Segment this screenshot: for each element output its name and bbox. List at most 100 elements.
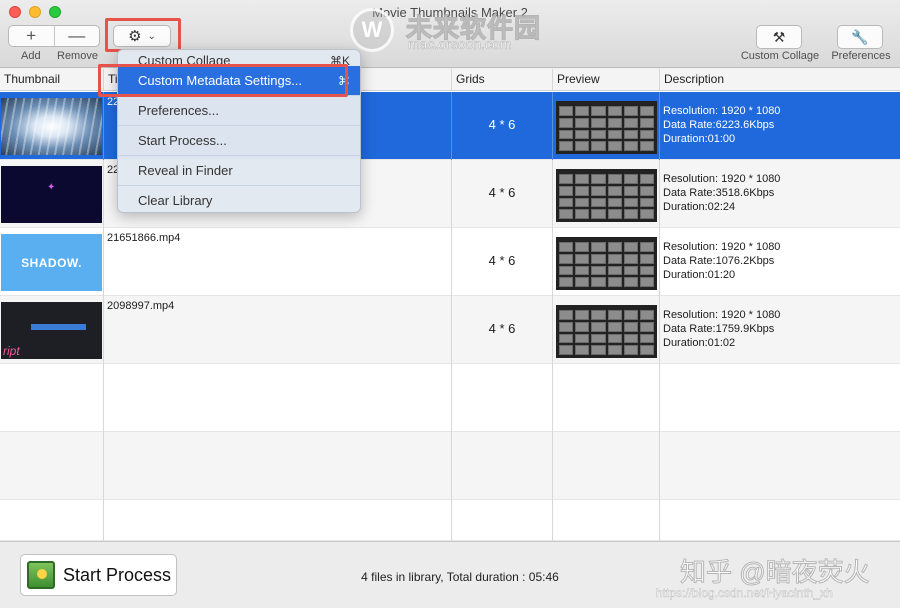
add-label: Add bbox=[21, 50, 41, 62]
preview-tile bbox=[623, 310, 638, 320]
preview-tile bbox=[559, 117, 574, 128]
preferences-button[interactable]: 🔧 bbox=[837, 25, 883, 49]
preview-tile bbox=[575, 345, 590, 355]
video-thumbnail: SHADOW. bbox=[1, 234, 102, 291]
preview-tile bbox=[575, 333, 590, 344]
preview-tile bbox=[591, 174, 606, 184]
empty-row bbox=[0, 500, 900, 541]
menu-item-preferences[interactable]: Preferences... bbox=[118, 96, 360, 126]
collage-preview bbox=[556, 169, 657, 222]
empty-cell bbox=[0, 432, 104, 500]
watermark-logo-icon: W bbox=[350, 8, 394, 52]
preview-tile bbox=[591, 209, 606, 219]
preview-tile bbox=[591, 197, 606, 208]
empty-cell bbox=[452, 432, 553, 500]
preview-tile bbox=[591, 185, 606, 196]
menu-item-label: Start Process... bbox=[138, 133, 227, 148]
remove-button[interactable]: — bbox=[53, 26, 100, 46]
preview-tile bbox=[623, 129, 638, 140]
preview-tile bbox=[607, 265, 622, 276]
preview-tile bbox=[559, 242, 574, 252]
preview-tile bbox=[639, 321, 654, 332]
video-thumbnail bbox=[1, 166, 102, 223]
menu-item-start-process[interactable]: Start Process... bbox=[118, 126, 360, 156]
preview-tile bbox=[639, 174, 654, 184]
preview-tile bbox=[639, 141, 654, 151]
duration-text: Duration:01:00 bbox=[663, 133, 736, 145]
preview-tile bbox=[607, 310, 622, 320]
preview-tile bbox=[591, 117, 606, 128]
preview-tile bbox=[607, 253, 622, 264]
preview-tile bbox=[607, 345, 622, 355]
grid-size: 4 * 6 bbox=[488, 185, 516, 200]
empty-cell bbox=[452, 364, 553, 432]
wrench-icon: 🔧 bbox=[851, 28, 869, 45]
app-window: Movie Thumbnails Maker 2 + — Add Remove … bbox=[0, 0, 900, 608]
preview-tile bbox=[639, 253, 654, 264]
preview-tile bbox=[607, 197, 622, 208]
video-description: Resolution: 1920 * 1080 Data Rate:3518.6… bbox=[663, 172, 780, 214]
column-header-description[interactable]: Description bbox=[660, 69, 900, 91]
table-row[interactable]: SHADOW. 21651866.mp4 4 * 6 Resolution: 1… bbox=[0, 228, 900, 296]
preview-tile bbox=[559, 106, 574, 116]
preview-tile bbox=[623, 253, 638, 264]
preview-tile bbox=[575, 141, 590, 151]
watermark-url: mac.orsoon.com bbox=[408, 36, 512, 53]
column-header-thumbnail[interactable]: Thumbnail bbox=[0, 69, 104, 91]
preview-tile bbox=[623, 117, 638, 128]
menu-item-reveal-in-finder[interactable]: Reveal in Finder bbox=[118, 156, 360, 186]
grid-size: 4 * 6 bbox=[488, 253, 516, 268]
file-name: 2098997.mp4 bbox=[107, 300, 175, 312]
preview-tile bbox=[575, 242, 590, 252]
preview-tile bbox=[559, 277, 574, 287]
preview-tile bbox=[575, 197, 590, 208]
collage-preview bbox=[556, 237, 657, 290]
preview-tile bbox=[575, 185, 590, 196]
duration-text: Duration:02:24 bbox=[663, 201, 736, 213]
menu-item-clear-library[interactable]: Clear Library bbox=[118, 186, 360, 216]
menu-item-label: Clear Library bbox=[138, 193, 213, 208]
preview-tile bbox=[591, 321, 606, 332]
preview-tile bbox=[559, 129, 574, 140]
preview-tile bbox=[639, 209, 654, 219]
preview-tile bbox=[575, 209, 590, 219]
preview-tile bbox=[639, 129, 654, 140]
preview-tile bbox=[639, 185, 654, 196]
add-remove-segmented-control: + — bbox=[8, 25, 100, 47]
video-thumbnail bbox=[1, 98, 102, 155]
empty-cell bbox=[0, 500, 104, 541]
table-row[interactable]: 2098997.mp4 4 * 6 Resolution: 1920 * 108… bbox=[0, 296, 900, 364]
preview-tile bbox=[591, 277, 606, 287]
data-rate-text: Data Rate:1759.9Kbps bbox=[663, 323, 775, 335]
data-rate-text: Data Rate:6223.6Kbps bbox=[663, 119, 775, 131]
resolution-text: Resolution: 1920 * 1080 bbox=[663, 105, 781, 117]
empty-cell bbox=[452, 500, 553, 541]
preview-tile bbox=[623, 345, 638, 355]
column-header-preview[interactable]: Preview bbox=[553, 69, 660, 91]
menu-item-label: Reveal in Finder bbox=[138, 163, 233, 178]
preview-tile bbox=[639, 242, 654, 252]
preview-tile bbox=[623, 106, 638, 116]
preview-tile bbox=[591, 141, 606, 151]
preview-tile bbox=[559, 265, 574, 276]
preview-tile bbox=[559, 174, 574, 184]
preview-tile bbox=[607, 106, 622, 116]
video-description: Resolution: 1920 * 1080 Data Rate:1076.2… bbox=[663, 240, 780, 282]
add-button[interactable]: + bbox=[9, 26, 54, 46]
preview-tile bbox=[639, 265, 654, 276]
preview-tile bbox=[623, 197, 638, 208]
column-header-grids[interactable]: Grids bbox=[452, 69, 553, 91]
empty-cell bbox=[104, 432, 452, 500]
preview-tile bbox=[607, 242, 622, 252]
empty-cell bbox=[553, 500, 660, 541]
preview-tile bbox=[559, 333, 574, 344]
start-process-button[interactable]: Start Process bbox=[20, 554, 177, 596]
custom-collage-button[interactable]: ⚒ bbox=[756, 25, 802, 49]
video-thumbnail bbox=[1, 302, 102, 359]
preview-tile bbox=[559, 345, 574, 355]
highlight-box-menu-item bbox=[98, 64, 348, 97]
video-description: Resolution: 1920 * 1080 Data Rate:6223.6… bbox=[663, 104, 780, 146]
preview-tile bbox=[575, 253, 590, 264]
preview-tile bbox=[575, 321, 590, 332]
preview-tile bbox=[559, 209, 574, 219]
